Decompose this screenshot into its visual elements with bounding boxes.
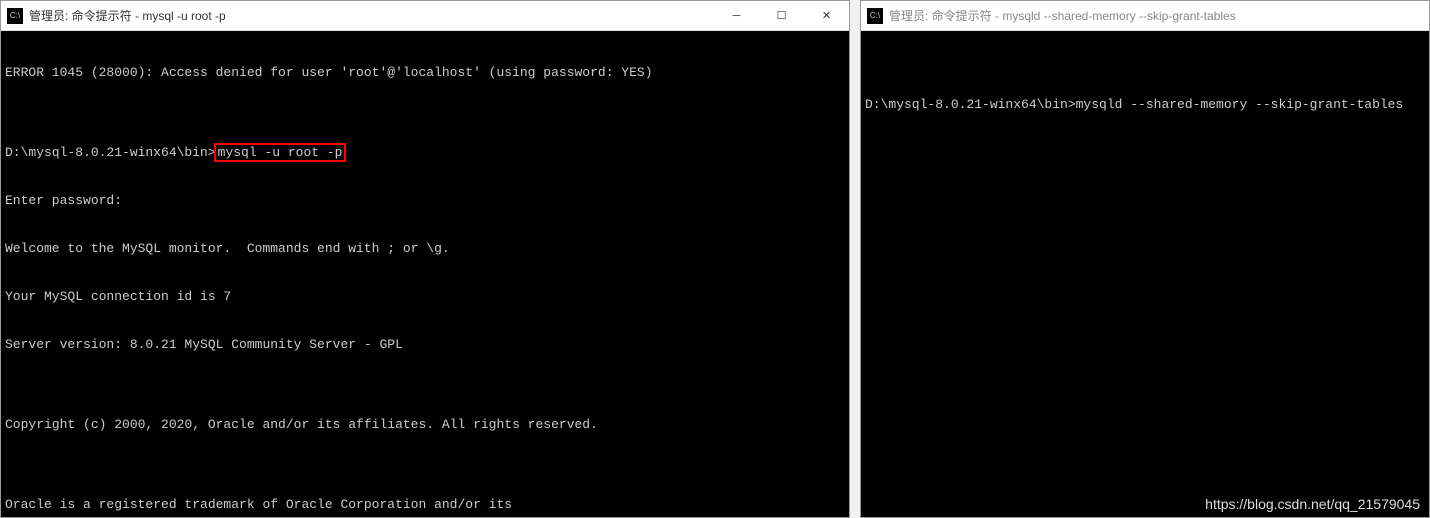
titlebar-left[interactable]: C:\ 管理员: 命令提示符 - mysql -u root -p ─ ☐ ✕	[1, 1, 849, 31]
cmd-window-mysql: C:\ 管理员: 命令提示符 - mysql -u root -p ─ ☐ ✕ …	[0, 0, 850, 518]
prompt-path: D:\mysql-8.0.21-winx64\bin>	[5, 145, 216, 160]
window-title-right: 管理员: 命令提示符 - mysqld --shared-memory --sk…	[889, 7, 1429, 24]
terminal-prompt-line: D:\mysql-8.0.21-winx64\bin>mysql -u root…	[5, 145, 845, 161]
titlebar-right[interactable]: C:\ 管理员: 命令提示符 - mysqld --shared-memory …	[861, 1, 1429, 31]
maximize-button[interactable]: ☐	[759, 1, 804, 30]
watermark-text: https://blog.csdn.net/qq_21579045	[1205, 496, 1420, 512]
terminal-line: Copyright (c) 2000, 2020, Oracle and/or …	[5, 417, 845, 433]
highlighted-command: mysql -u root -p	[214, 143, 347, 162]
window-controls-left: ─ ☐ ✕	[714, 1, 849, 30]
terminal-line: Enter password:	[5, 193, 845, 209]
terminal-line: Your MySQL connection id is 7	[5, 289, 845, 305]
cmd-icon: C:\	[7, 8, 23, 24]
terminal-line: Server version: 8.0.21 MySQL Community S…	[5, 337, 845, 353]
terminal-line: Welcome to the MySQL monitor. Commands e…	[5, 241, 845, 257]
terminal-line: Oracle is a registered trademark of Orac…	[5, 497, 845, 513]
close-button[interactable]: ✕	[804, 1, 849, 30]
terminal-right[interactable]: D:\mysql-8.0.21-winx64\bin>mysqld --shar…	[861, 31, 1429, 517]
cmd-window-mysqld: C:\ 管理员: 命令提示符 - mysqld --shared-memory …	[860, 0, 1430, 518]
minimize-button[interactable]: ─	[714, 1, 759, 30]
window-title-left: 管理员: 命令提示符 - mysql -u root -p	[29, 7, 714, 24]
terminal-line: D:\mysql-8.0.21-winx64\bin>mysqld --shar…	[865, 97, 1425, 113]
terminal-line: ERROR 1045 (28000): Access denied for us…	[5, 65, 845, 81]
cmd-icon: C:\	[867, 8, 883, 24]
terminal-left[interactable]: ERROR 1045 (28000): Access denied for us…	[1, 31, 849, 517]
